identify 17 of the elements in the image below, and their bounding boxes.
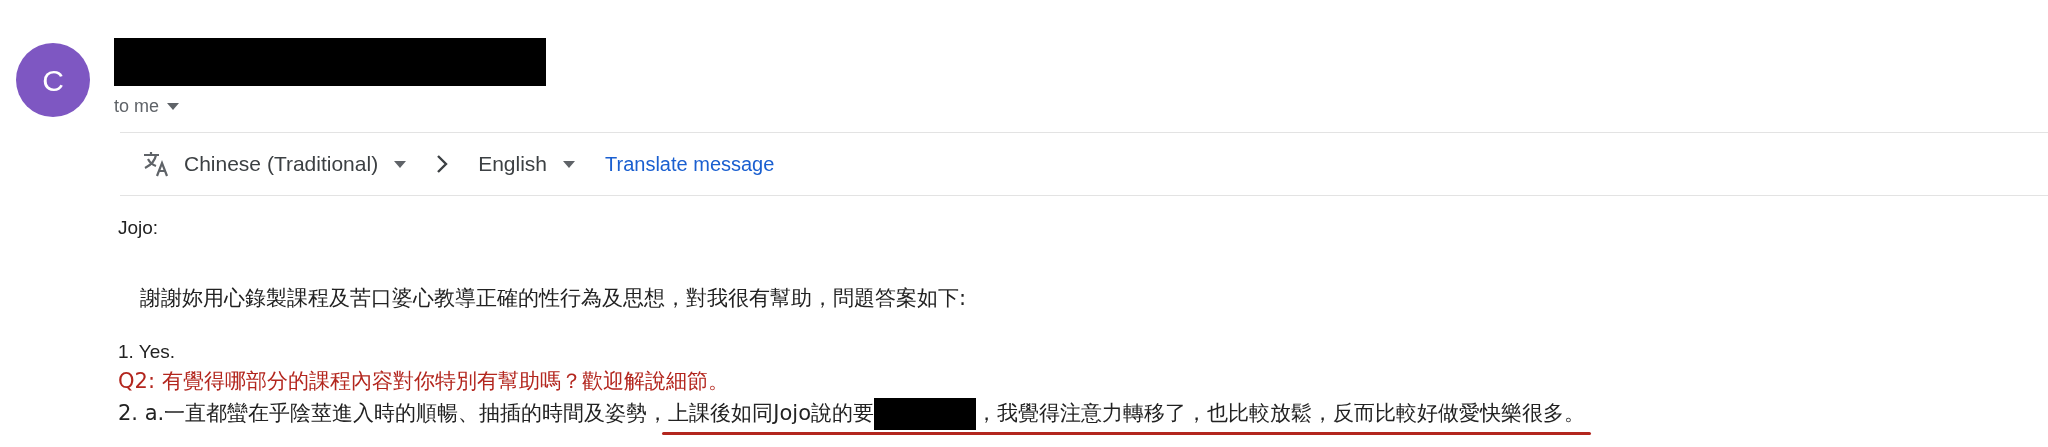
- answer-text: 上課後如同Jojo說的要: [668, 399, 874, 427]
- chevron-right-icon: [436, 154, 449, 174]
- caret-icon: [394, 160, 407, 168]
- caret-icon: [167, 103, 180, 110]
- greeting-text: Jojo:: [118, 216, 160, 240]
- target-language-dropdown[interactable]: English: [478, 148, 576, 180]
- recipient-dropdown[interactable]: to me: [114, 93, 180, 120]
- avatar: C: [16, 43, 90, 117]
- intro-paragraph: 謝謝妳用心錄製課程及苦口婆心教導正確的性行為及思想，對我很有幫助，問題答案如下:: [140, 284, 968, 312]
- answer-text: ，我覺得注意力轉移了，也比較放鬆，反而比較好做愛快樂很多。: [976, 399, 1585, 427]
- answer-text: 1. Yes.: [118, 339, 177, 364]
- translate-icon: [142, 150, 170, 178]
- caret-icon: [563, 160, 576, 168]
- source-language-dropdown[interactable]: Chinese (Traditional): [184, 148, 407, 180]
- question-annotation: Q2: 有覺得哪部分的課程內容對你特別有幫助嗎？歡迎解說細節。: [118, 368, 730, 396]
- translate-message-link[interactable]: Translate message: [605, 149, 775, 179]
- answer-text: 2. a.一直都蠻在乎陰莖進入時的順暢、抽插的時間及姿勢，: [118, 399, 669, 427]
